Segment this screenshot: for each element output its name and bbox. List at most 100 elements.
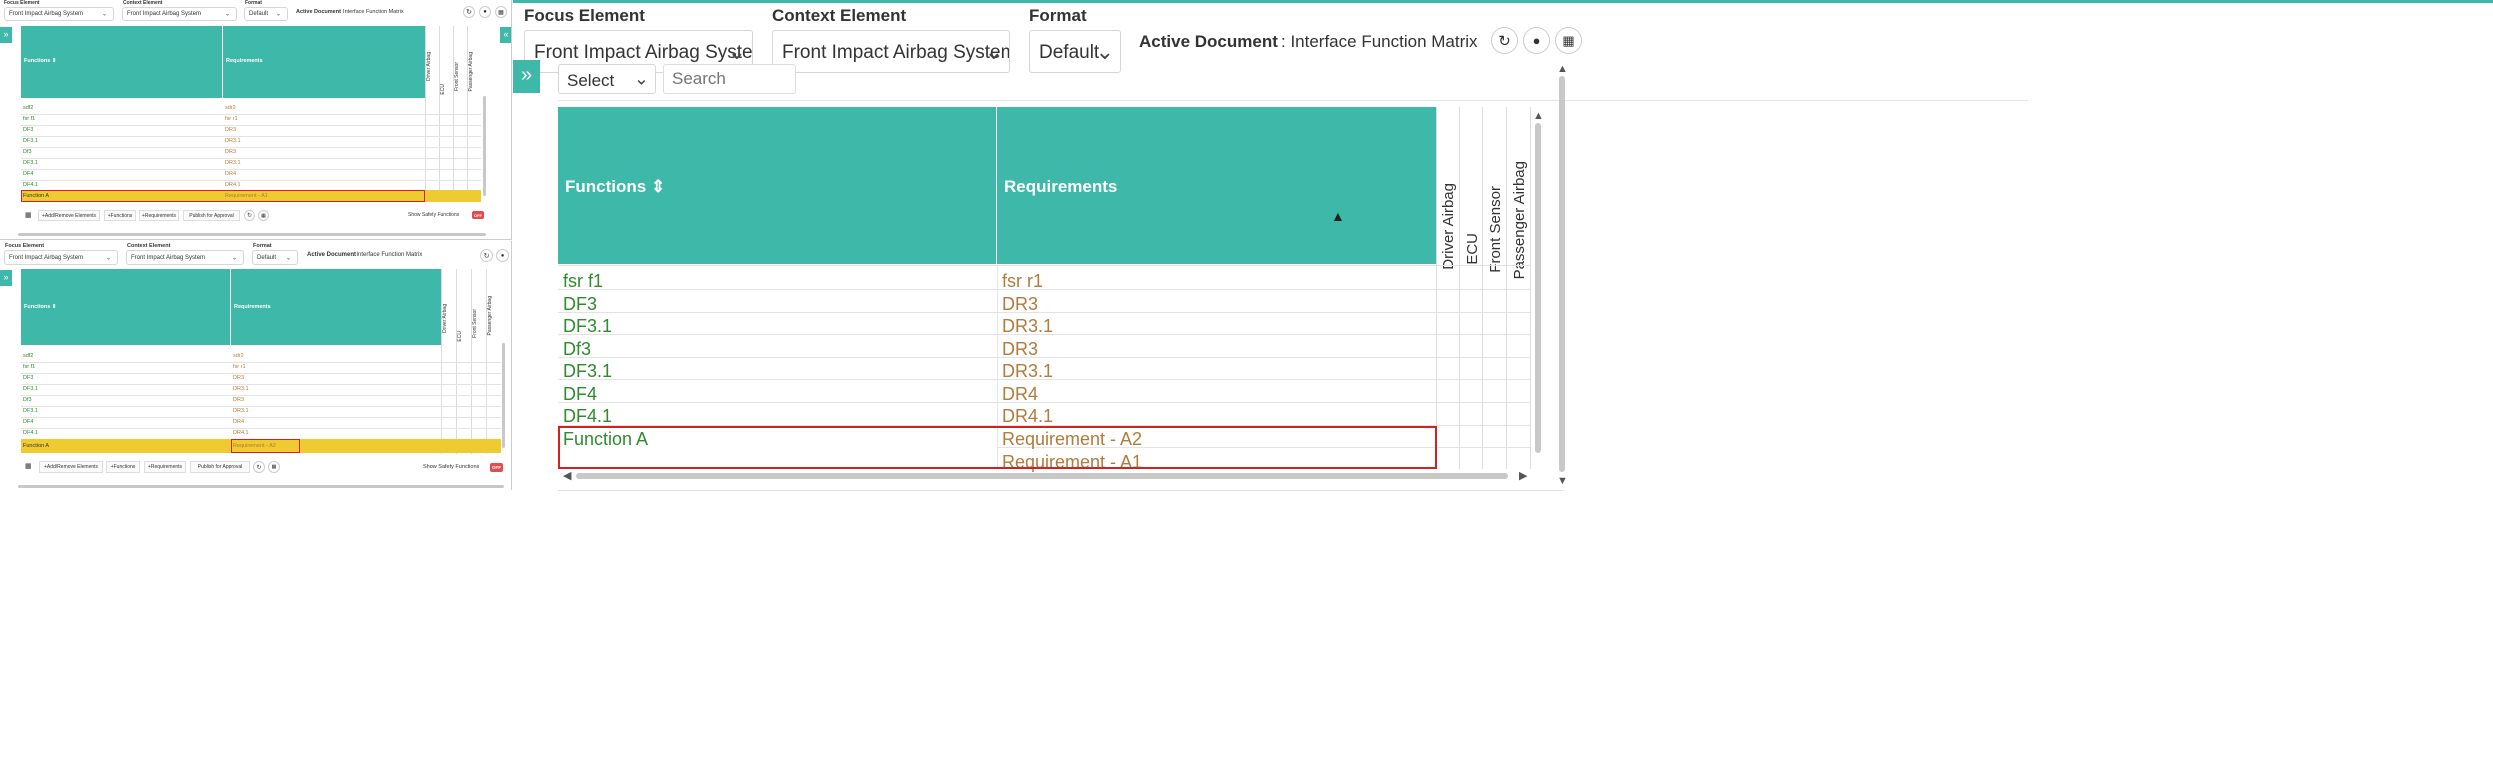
- refresh-icon[interactable]: ↻: [1491, 27, 1518, 54]
- vertical-scrollbar[interactable]: [1535, 123, 1541, 453]
- functions-header[interactable]: Functions ⇕: [21, 26, 223, 98]
- matrix-col-driver-airbag: Driver Airbag: [442, 304, 448, 333]
- refresh-icon[interactable]: ↻: [244, 210, 255, 221]
- document-icon[interactable]: ▦: [268, 461, 280, 473]
- context-select[interactable]: Front Impact Airbag System ⌄: [126, 250, 244, 265]
- functions-header[interactable]: Functions ⇕: [21, 269, 231, 345]
- scroll-up-icon[interactable]: ▲: [1533, 110, 1544, 122]
- matrix-col-ecu: ECU: [1464, 233, 1481, 265]
- grid-icon[interactable]: ▦: [495, 6, 507, 18]
- format-label: Format: [245, 0, 262, 6]
- matrix-col-front-sensor: Front Sensor: [1487, 186, 1504, 273]
- requirements-header: Requirements: [231, 269, 441, 345]
- add-functions-button[interactable]: +Functions: [104, 210, 136, 221]
- active-doc-label: Active Document: [1139, 32, 1278, 51]
- chevron-down-icon: ⌄: [105, 255, 111, 261]
- pane-bottom-left: Focus Element Front Impact Airbag System…: [0, 241, 512, 490]
- format-label: Format: [1029, 6, 1087, 25]
- scroll-down-icon[interactable]: ▼: [1557, 475, 1568, 487]
- focus-label: Focus Element: [524, 6, 645, 25]
- chevron-down-icon: ⌄: [1095, 38, 1114, 64]
- document-icon[interactable]: ▦: [258, 210, 269, 221]
- scroll-right-icon[interactable]: ▶: [1519, 469, 1527, 482]
- chevron-down-icon: ⌄: [224, 11, 230, 18]
- context-select[interactable]: Front Impact Airbag System ⌄: [772, 30, 1010, 73]
- active-doc-value: : Interface Function Matrix: [340, 9, 404, 15]
- add-remove-elements-button[interactable]: +Add/Remove Elements: [39, 461, 103, 473]
- focus-select[interactable]: Front Impact Airbag System ⌄: [4, 7, 114, 21]
- matrix-col-ecu: ECU: [457, 331, 463, 342]
- horizontal-scrollbar[interactable]: [18, 233, 486, 236]
- selection-box: [558, 426, 1437, 469]
- publish-button[interactable]: Publish for Approval: [183, 210, 240, 221]
- context-label: Context Element: [772, 6, 907, 25]
- format-select[interactable]: Default ⌄: [252, 250, 298, 265]
- matrix-col-passenger-airbag: Passenger Airbag: [1511, 161, 1528, 280]
- matrix-col-ecu: ECU: [440, 84, 446, 95]
- horizontal-scrollbar[interactable]: [576, 473, 1508, 479]
- chevron-down-icon: ⌄: [275, 11, 281, 18]
- expand-button[interactable]: »: [513, 60, 540, 93]
- requirements-header: Requirements: [223, 26, 425, 98]
- search-input[interactable]: [663, 64, 796, 94]
- selection-box: [21, 190, 425, 202]
- context-select[interactable]: Front Impact Airbag System ⌄: [122, 7, 237, 21]
- publish-button[interactable]: Publish for Approval: [190, 461, 250, 473]
- vertical-scrollbar[interactable]: [483, 96, 486, 196]
- format-label: Format: [253, 243, 272, 249]
- requirements-header: Requirements: [997, 107, 1436, 264]
- refresh-icon[interactable]: ↻: [480, 249, 493, 262]
- chevron-down-icon: ⌄: [231, 255, 237, 261]
- matrix-col-driver-airbag: Driver Airbag: [426, 52, 432, 81]
- active-doc-value: : Interface Function Matrix: [1281, 32, 1478, 51]
- focus-select[interactable]: Front Impact Airbag System ⌄: [4, 250, 118, 265]
- expand-button[interactable]: »: [0, 270, 12, 286]
- matrix-col-driver-airbag: Driver Airbag: [1440, 183, 1457, 270]
- format-select[interactable]: Default ⌄: [244, 7, 288, 21]
- format-select[interactable]: Default ⌄: [1029, 30, 1121, 73]
- chevron-down-icon: ⌄: [285, 255, 291, 261]
- collapse-button[interactable]: «: [500, 27, 511, 43]
- drop-icon[interactable]: ●: [479, 6, 491, 18]
- function-a-cell: Function A: [23, 443, 49, 449]
- safety-toggle[interactable]: OFF: [490, 463, 503, 472]
- drop-icon[interactable]: ●: [496, 249, 509, 262]
- add-remove-elements-button[interactable]: +Add/Remove Elements: [38, 210, 100, 221]
- pane-top-left: Focus Element Front Impact Airbag System…: [0, 0, 512, 240]
- drop-icon[interactable]: ●: [1523, 27, 1550, 54]
- active-doc-value: : Interface Function Matrix: [353, 252, 423, 258]
- sort-icon[interactable]: ⇕: [52, 58, 57, 64]
- grid-icon[interactable]: ▦: [25, 211, 32, 219]
- scroll-up-icon[interactable]: ▲: [1557, 63, 1568, 75]
- vertical-scrollbar[interactable]: [502, 343, 505, 448]
- focus-label: Focus Element: [4, 0, 40, 6]
- refresh-icon[interactable]: ↻: [253, 461, 265, 473]
- chevron-down-icon: ⌄: [727, 38, 746, 64]
- filter-select[interactable]: Select ⌄: [558, 64, 656, 94]
- add-requirements-button[interactable]: +Requirements: [144, 461, 186, 473]
- chevron-down-icon: ⌄: [101, 11, 107, 18]
- more-icon[interactable]: ▦: [1555, 27, 1582, 54]
- safety-label: Show Safety Functions: [408, 212, 460, 218]
- functions-header[interactable]: Functions ⇕: [558, 107, 997, 264]
- context-label: Context Element: [123, 0, 163, 6]
- page-scrollbar[interactable]: [1559, 76, 1565, 472]
- sort-icon[interactable]: ⇕: [52, 304, 57, 310]
- active-doc-label: Active Document: [296, 9, 341, 15]
- add-functions-button[interactable]: +Functions: [106, 461, 140, 473]
- scroll-left-icon[interactable]: ◀: [563, 469, 571, 482]
- matrix-col-passenger-airbag: Passenger Airbag: [468, 52, 474, 92]
- refresh-icon[interactable]: ↻: [463, 6, 475, 18]
- grid-icon[interactable]: ▦: [25, 462, 32, 470]
- chevron-down-icon: ⌄: [984, 38, 1003, 64]
- mouse-cursor: ▲: [1331, 208, 1345, 224]
- expand-button[interactable]: »: [0, 27, 12, 43]
- chevron-down-icon: ⌄: [633, 68, 649, 89]
- matrix-col-front-sensor: Front Sensor: [454, 62, 460, 91]
- horizontal-scrollbar[interactable]: [18, 485, 504, 488]
- pane-main: Focus Element Front Impact Airbag System…: [513, 0, 2493, 778]
- safety-toggle[interactable]: OFF: [472, 211, 484, 219]
- selection-box: [231, 439, 300, 453]
- sort-icon[interactable]: ⇕: [651, 177, 665, 196]
- add-requirements-button[interactable]: +Requirements: [139, 210, 179, 221]
